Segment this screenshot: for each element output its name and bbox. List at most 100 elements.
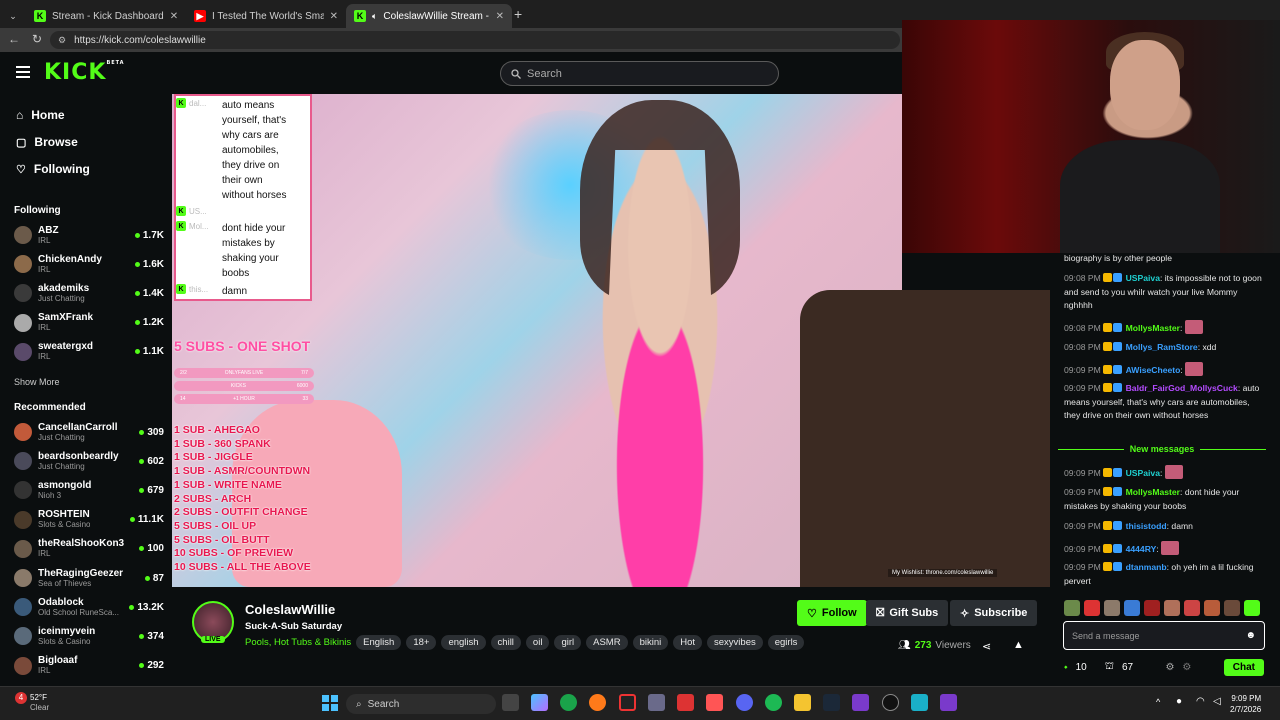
- kick-logo[interactable]: KICKBETA: [44, 60, 125, 85]
- new-tab-icon[interactable]: +: [514, 6, 522, 22]
- chat-username[interactable]: AWiseCheeto: [1126, 365, 1181, 375]
- gift-icon[interactable]: ⛫: [1105, 661, 1114, 674]
- wifi-icon[interactable]: ◠: [1196, 696, 1205, 707]
- emote-icon[interactable]: [1204, 600, 1220, 616]
- close-tab-icon[interactable]: ✕: [170, 11, 178, 22]
- nav-following[interactable]: ♡ Following: [16, 162, 90, 176]
- site-info-icon[interactable]: ⚙︎: [58, 35, 66, 46]
- emote-icon[interactable]: [1104, 600, 1120, 616]
- follow-button[interactable]: ♡ Follow: [797, 600, 867, 626]
- new-messages-divider[interactable]: New messages: [1058, 444, 1267, 454]
- app-icon[interactable]: [940, 694, 957, 711]
- emote-icon[interactable]: [1084, 600, 1100, 616]
- chat-username[interactable]: dtanmanb: [1126, 562, 1167, 572]
- chat-username[interactable]: MollysMaster: [1126, 487, 1180, 497]
- stream-tag[interactable]: English: [356, 635, 402, 650]
- stream-tag[interactable]: chill: [490, 635, 521, 650]
- close-tab-icon[interactable]: ✕: [496, 11, 504, 22]
- sidebar-channel-iceinmyvein[interactable]: iceinmyvein Slots & Casino 374: [14, 622, 164, 650]
- tab-kick-dashboard[interactable]: K Stream - Kick Dashboard ✕: [26, 4, 186, 28]
- discord-icon[interactable]: [736, 694, 753, 711]
- chat-username[interactable]: MollysMaster: [1126, 323, 1180, 333]
- stream-tag[interactable]: bikini: [632, 635, 669, 650]
- app-icon[interactable]: [882, 694, 899, 711]
- stream-tag[interactable]: sexyvibes: [707, 635, 763, 650]
- url-field[interactable]: ⚙︎ https://kick.com/coleslawwillie: [50, 31, 900, 49]
- app-icon[interactable]: [677, 694, 694, 711]
- sidebar-channel-sweatergxd[interactable]: sweatergxd IRL 1.1K: [14, 338, 164, 366]
- chat-username[interactable]: USPaiva: [1126, 273, 1160, 283]
- taskbar-search[interactable]: ⌕ Search: [346, 694, 496, 714]
- stream-tag[interactable]: egirls: [767, 635, 805, 650]
- music-icon[interactable]: [706, 694, 723, 711]
- gift-subs-button[interactable]: ⛝ Gift Subs: [866, 600, 949, 626]
- stream-tag[interactable]: english: [441, 635, 486, 650]
- back-icon[interactable]: ←: [8, 32, 20, 46]
- stream-tag[interactable]: 18+: [406, 635, 437, 650]
- stream-tag[interactable]: Hot: [673, 635, 703, 650]
- copilot-icon[interactable]: [531, 694, 548, 711]
- sidebar-channel-therealshookon3[interactable]: theRealShooKon3 IRL 100: [14, 535, 164, 563]
- stream-tag[interactable]: ASMR: [586, 635, 628, 650]
- chat-send-button[interactable]: Chat: [1223, 658, 1264, 676]
- chat-username[interactable]: Baldr_FairGod_MollysCuck: [1126, 383, 1238, 393]
- sidebar-channel-beardsonbeardly[interactable]: beardsonbeardly Just Chatting 602: [14, 447, 164, 475]
- steam-icon[interactable]: [823, 694, 840, 711]
- tray-chevron-icon[interactable]: ^: [1156, 697, 1160, 707]
- subscribe-button[interactable]: ✧ Subscribe: [950, 600, 1038, 626]
- emote-icon[interactable]: [1184, 600, 1200, 616]
- streamer-name[interactable]: ColeslawWillie: [245, 602, 335, 617]
- volume-icon[interactable]: ◁: [1213, 696, 1221, 707]
- share-icon[interactable]: ⋖: [982, 640, 991, 653]
- file-explorer-icon[interactable]: [794, 694, 811, 711]
- sidebar-channel-asmongold[interactable]: asmongold Nioh 3 679: [14, 476, 164, 504]
- weather-icon[interactable]: 4: [15, 692, 27, 704]
- sidebar-channel-bigloaaf[interactable]: Bigloaaf IRL 292: [14, 652, 164, 680]
- obs-icon[interactable]: [619, 694, 636, 711]
- chat-username[interactable]: 4444RY: [1126, 544, 1157, 554]
- emoji-icon[interactable]: ☻: [1245, 630, 1256, 641]
- chat-input[interactable]: Send a message ☻: [1063, 621, 1265, 650]
- emote-icon[interactable]: [1244, 600, 1260, 616]
- task-view-icon[interactable]: [502, 694, 519, 711]
- app-icon[interactable]: [648, 694, 665, 711]
- sidebar-channel-theraginggeezer[interactable]: TheRagingGeezer Sea of Thieves 87: [14, 564, 164, 592]
- chrome-icon[interactable]: [560, 694, 577, 711]
- stream-category-link[interactable]: Pools, Hot Tubs & Bikinis: [245, 637, 351, 648]
- sidebar-channel-canceliancarroll[interactable]: CancelIanCarroll Just Chatting 309: [14, 418, 164, 446]
- close-tab-icon[interactable]: ✕: [330, 11, 338, 22]
- settings-icon[interactable]: ⚙︎: [1165, 662, 1174, 673]
- sidebar-channel-akademiks[interactable]: akademiks Just Chatting 1.4K: [14, 279, 164, 307]
- tab-coleslawwillie[interactable]: K 🔈︎ ColeslawWillie Stream - Watch ✕: [346, 4, 512, 28]
- nav-browse[interactable]: ▢ Browse: [16, 135, 78, 149]
- app-icon[interactable]: [911, 694, 928, 711]
- points-icon[interactable]: ⬩: [1064, 662, 1068, 673]
- report-icon[interactable]: ▲: [1013, 639, 1024, 651]
- chat-username[interactable]: Mollys_RamStore: [1126, 342, 1198, 352]
- reload-icon[interactable]: ↻: [32, 32, 42, 46]
- weather-widget[interactable]: 52°F Clear: [30, 693, 49, 713]
- tab-list-chevron-icon[interactable]: ⌄: [4, 4, 22, 28]
- stream-tag[interactable]: girl: [554, 635, 582, 650]
- sidebar-channel-chickenandy[interactable]: ChickenAndy IRL 1.6K: [14, 250, 164, 278]
- app-icon[interactable]: [852, 694, 869, 711]
- sidebar-channel-roshtein[interactable]: ROSHTEIN Slots & Casino 11.1K: [14, 506, 164, 534]
- chat-username[interactable]: thisistodd: [1126, 521, 1167, 531]
- mic-icon[interactable]: ●: [1176, 696, 1182, 707]
- speaker-icon[interactable]: 🔈︎: [372, 11, 377, 22]
- stream-tag[interactable]: oil: [525, 635, 550, 650]
- firefox-icon[interactable]: [589, 694, 606, 711]
- emote-icon[interactable]: [1224, 600, 1240, 616]
- emote-icon[interactable]: [1164, 600, 1180, 616]
- sidebar-channel-odablock[interactable]: Odablock Old School RuneSca... 13.2K: [14, 593, 164, 621]
- hamburger-menu-icon[interactable]: [16, 66, 30, 78]
- nav-home[interactable]: ⌂ Home: [16, 108, 65, 122]
- taskbar-clock[interactable]: 9:09 PM 2/7/2026: [1230, 693, 1261, 715]
- spotify-icon[interactable]: [765, 694, 782, 711]
- emote-icon[interactable]: [1064, 600, 1080, 616]
- windows-start-icon[interactable]: [322, 695, 338, 711]
- sidebar-channel-samxfrank[interactable]: SamXFrank IRL 1.2K: [14, 309, 164, 337]
- sidebar-channel-abz[interactable]: ABZ IRL 1.7K: [14, 221, 164, 249]
- show-more-link[interactable]: Show More: [14, 377, 60, 387]
- chat-username[interactable]: USPaiva: [1126, 468, 1160, 478]
